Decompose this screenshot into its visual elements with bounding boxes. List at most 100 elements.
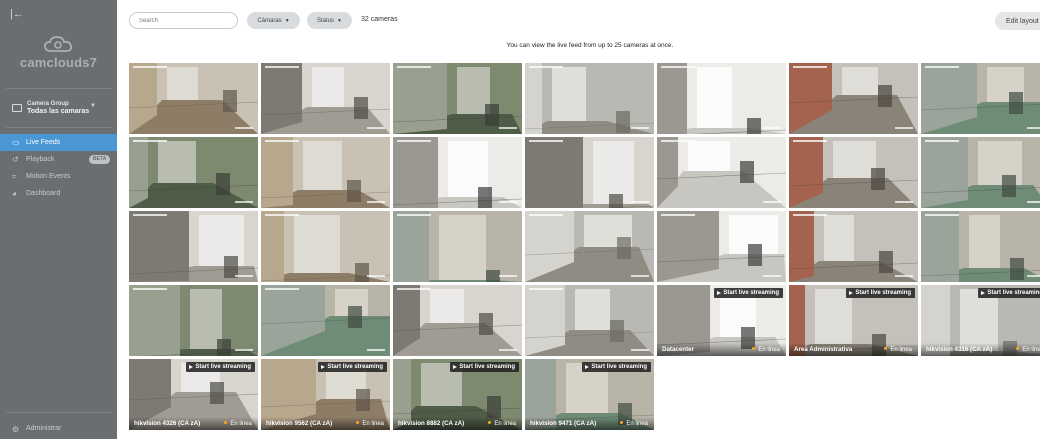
camera-tile[interactable] — [921, 137, 1040, 208]
camera-name: Area Administrativa — [794, 346, 853, 353]
edit-layout-button[interactable]: Edit layout — [995, 12, 1040, 30]
camera-tile[interactable] — [393, 285, 522, 356]
logo-text: camclouds7 — [19, 55, 98, 70]
start-live-streaming-button[interactable]: Start live streaming — [318, 362, 387, 372]
camera-tile[interactable] — [525, 63, 654, 134]
camera-tile[interactable] — [129, 63, 258, 134]
camera-status-label: En linea — [230, 421, 252, 427]
timestamp-overlay — [265, 288, 299, 290]
start-live-streaming-button[interactable]: Start live streaming — [186, 362, 255, 372]
camera-tile[interactable] — [657, 211, 786, 282]
camera-status-label: En linea — [362, 421, 384, 427]
camera-feed-image — [261, 137, 390, 208]
timestamp-overlay — [793, 214, 827, 216]
camera-group-selector[interactable]: Camera Group Todas las camaras ▼ — [12, 100, 112, 120]
camera-feed-image — [657, 63, 786, 134]
camera-tile[interactable]: Start live streaming hikvision 9471 (CA z… — [525, 359, 654, 430]
start-live-streaming-button[interactable]: Start live streaming — [846, 288, 915, 298]
sidebar-item-dashboard[interactable]: ◕ Dashboard — [0, 185, 117, 202]
camera-tile[interactable] — [921, 63, 1040, 134]
camera-caption: hikvision 9562 (CA zA) En linea — [261, 417, 390, 430]
camera-tile[interactable] — [657, 137, 786, 208]
camera-tile[interactable] — [657, 63, 786, 134]
start-live-streaming-button[interactable]: Start live streaming — [714, 288, 783, 298]
camera-feed-image — [657, 211, 786, 282]
start-live-streaming-label: Start live streaming — [459, 364, 515, 370]
sidebar-item-label: Administrar — [26, 425, 62, 432]
camera-feed-image — [525, 63, 654, 134]
camera-feed-image — [261, 285, 390, 356]
timestamp-overlay — [133, 140, 167, 142]
camera-tile[interactable] — [789, 211, 918, 282]
cameras-filter-button[interactable]: Cámaras ▼ — [247, 12, 300, 29]
watermark-overlay — [631, 201, 649, 203]
camera-tile[interactable] — [261, 285, 390, 356]
chevron-down-icon: ▼ — [284, 17, 290, 24]
camera-tile[interactable] — [525, 137, 654, 208]
camera-status-label: En linea — [758, 347, 780, 353]
camera-group-title: Camera Group — [27, 101, 69, 107]
collapse-sidebar-icon[interactable]: |← — [10, 7, 24, 21]
start-live-streaming-button[interactable]: Start live streaming — [582, 362, 651, 372]
sidebar-item-playback[interactable]: ↺ Playback BETA — [0, 151, 117, 168]
camera-tile[interactable]: Start live streaming Datacenter En linea — [657, 285, 786, 356]
timestamp-overlay — [397, 140, 431, 142]
start-live-streaming-button[interactable]: Start live streaming — [978, 288, 1040, 298]
status-dot-icon — [488, 421, 492, 424]
camera-feed-image — [921, 211, 1040, 282]
camera-status-label: En linea — [890, 347, 912, 353]
camera-tile[interactable] — [261, 137, 390, 208]
camera-status-label: En linea — [626, 421, 648, 427]
camera-tile[interactable] — [261, 211, 390, 282]
beta-badge: BETA — [89, 155, 111, 164]
monitor-icon: ▭ — [12, 138, 20, 147]
sidebar-item-administrar[interactable]: ⚙ Administrar — [12, 425, 62, 434]
sidebar-item-live-feeds[interactable]: ▭ Live Feeds — [0, 134, 117, 151]
camera-status: En linea — [752, 347, 780, 353]
status-filter-button[interactable]: Status ▼ — [307, 12, 352, 29]
camera-name: hikvision 9471 (CA zA) — [530, 420, 597, 427]
sidebar-item-motion-events[interactable]: ≈ Motion Events — [0, 168, 117, 185]
camera-tile[interactable] — [129, 285, 258, 356]
camera-name: Datacenter — [662, 346, 694, 353]
camera-tile[interactable]: Start live streaming hikvision 8882 (CA z… — [393, 359, 522, 430]
sidebar-item-label: Live Feeds — [26, 139, 61, 146]
camera-tile[interactable] — [789, 137, 918, 208]
camera-status: En linea — [224, 421, 252, 427]
camera-feed-image — [789, 63, 918, 134]
status-dot-icon — [752, 347, 756, 350]
timestamp-overlay — [133, 288, 167, 290]
camera-feed-image — [921, 63, 1040, 134]
start-live-streaming-button[interactable]: Start live streaming — [450, 362, 519, 372]
cameras-filter-label: Cámaras — [257, 17, 282, 24]
camera-tile[interactable] — [789, 63, 918, 134]
play-icon — [189, 365, 194, 369]
camera-tile[interactable] — [393, 63, 522, 134]
camera-tile[interactable] — [393, 211, 522, 282]
camera-caption: hikvision 9471 (CA zA) En linea — [525, 417, 654, 430]
timestamp-overlay — [925, 140, 959, 142]
sidebar: |← camclouds7 Camera Group Todas las cam… — [0, 0, 117, 439]
camera-tile[interactable] — [525, 211, 654, 282]
camera-feed-image — [921, 137, 1040, 208]
camera-tile[interactable] — [525, 285, 654, 356]
camera-caption: Datacenter En linea — [657, 343, 786, 356]
camera-tile[interactable] — [393, 137, 522, 208]
camera-tile[interactable] — [129, 137, 258, 208]
camera-tile[interactable] — [129, 211, 258, 282]
watermark-overlay — [895, 127, 913, 129]
camera-status: En linea — [884, 347, 912, 353]
search-input[interactable] — [129, 12, 238, 29]
camera-tile[interactable]: Start live streaming Area Administrativa E… — [789, 285, 918, 356]
camera-tile[interactable]: Start live streaming hikvision 4316 (CA z… — [921, 285, 1040, 356]
watermark-overlay — [367, 127, 385, 129]
camera-tile[interactable] — [921, 211, 1040, 282]
camera-tile[interactable]: Start live streaming hikvision 9562 (CA z… — [261, 359, 390, 430]
camera-tile[interactable] — [261, 63, 390, 134]
timestamp-overlay — [397, 66, 431, 68]
timestamp-overlay — [265, 66, 299, 68]
camera-name: hikvision 8882 (CA zA) — [398, 420, 465, 427]
camera-feed-image — [261, 63, 390, 134]
camera-tile[interactable]: Start live streaming hikvision 4326 (CA z… — [129, 359, 258, 430]
play-icon — [981, 291, 986, 295]
